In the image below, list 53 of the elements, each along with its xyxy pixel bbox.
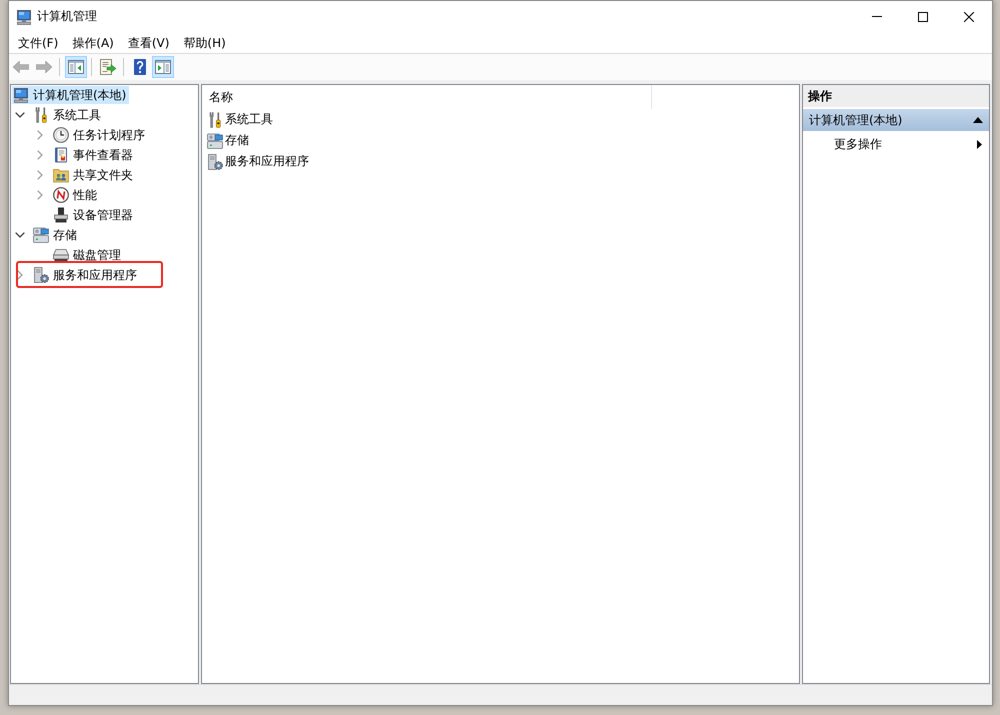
menu-item[interactable]: 查看(V) bbox=[120, 32, 176, 52]
computer-icon bbox=[13, 87, 29, 103]
gauge-icon bbox=[53, 187, 69, 203]
column-header[interactable]: 名称 bbox=[202, 85, 652, 109]
tools-icon bbox=[33, 107, 49, 123]
drive-stack-icon bbox=[33, 227, 49, 243]
maximize-icon bbox=[918, 12, 928, 22]
section-header[interactable]: 计算机管理(本地) bbox=[803, 109, 989, 131]
tree-item[interactable]: 系统工具 bbox=[32, 106, 104, 124]
event-log-icon bbox=[53, 147, 69, 163]
menu-item[interactable]: 文件(F) bbox=[11, 32, 66, 52]
list-item[interactable]: 存储 bbox=[202, 130, 249, 151]
chevron-right-icon[interactable] bbox=[37, 170, 43, 180]
tree-item[interactable]: 存储 bbox=[32, 226, 80, 244]
chevron-right-icon[interactable] bbox=[37, 130, 43, 140]
pane-toggle-button[interactable] bbox=[65, 56, 87, 78]
document-arrow-icon bbox=[100, 59, 116, 75]
minimize-icon bbox=[872, 16, 882, 17]
list-item[interactable]: 系统工具 bbox=[202, 109, 273, 130]
shared-folder-icon bbox=[53, 167, 69, 183]
clock-icon bbox=[53, 127, 69, 143]
help-icon bbox=[134, 59, 146, 75]
forward-arrow-icon bbox=[36, 61, 52, 73]
tree-item[interactable]: 磁盘管理 bbox=[52, 246, 124, 264]
server-gear-icon bbox=[207, 154, 223, 170]
pane-header: 操作 bbox=[803, 85, 989, 107]
back-arrow-icon bbox=[13, 61, 29, 73]
server-gear-icon bbox=[33, 267, 49, 283]
chevron-down-icon[interactable] bbox=[15, 112, 25, 118]
pane-toggle-button[interactable] bbox=[152, 56, 174, 78]
chevron-right-icon[interactable] bbox=[37, 150, 43, 160]
tree-item[interactable]: 设备管理器 bbox=[52, 206, 136, 224]
tools-icon bbox=[207, 112, 223, 128]
chevron-right-icon[interactable] bbox=[17, 270, 23, 280]
chevron-right-icon[interactable] bbox=[37, 190, 43, 200]
hard-drive-icon bbox=[53, 247, 69, 263]
device-icon bbox=[53, 207, 69, 223]
tree-item[interactable]: 计算机管理(本地) bbox=[12, 86, 130, 104]
close-icon bbox=[964, 12, 974, 22]
menu-item[interactable]: 操作(A) bbox=[65, 32, 121, 52]
list-item[interactable]: 服务和应用程序 bbox=[202, 151, 309, 172]
tree-item[interactable]: 任务计划程序 bbox=[52, 126, 148, 144]
drive-stack-icon bbox=[207, 132, 223, 148]
export-button[interactable] bbox=[97, 56, 119, 78]
tree-item[interactable]: 服务和应用程序 bbox=[32, 266, 140, 284]
menu-item[interactable]: 帮助(H) bbox=[176, 32, 233, 52]
computer-icon bbox=[16, 8, 32, 24]
chevron-down-icon[interactable] bbox=[15, 232, 25, 238]
tree-item[interactable]: 事件查看器 bbox=[52, 146, 136, 164]
action-item[interactable]: 更多操作 bbox=[803, 133, 989, 155]
window-title: 计算机管理 bbox=[37, 8, 97, 25]
tree-item[interactable]: 性能 bbox=[52, 186, 100, 204]
tree-item[interactable]: 共享文件夹 bbox=[52, 166, 136, 184]
